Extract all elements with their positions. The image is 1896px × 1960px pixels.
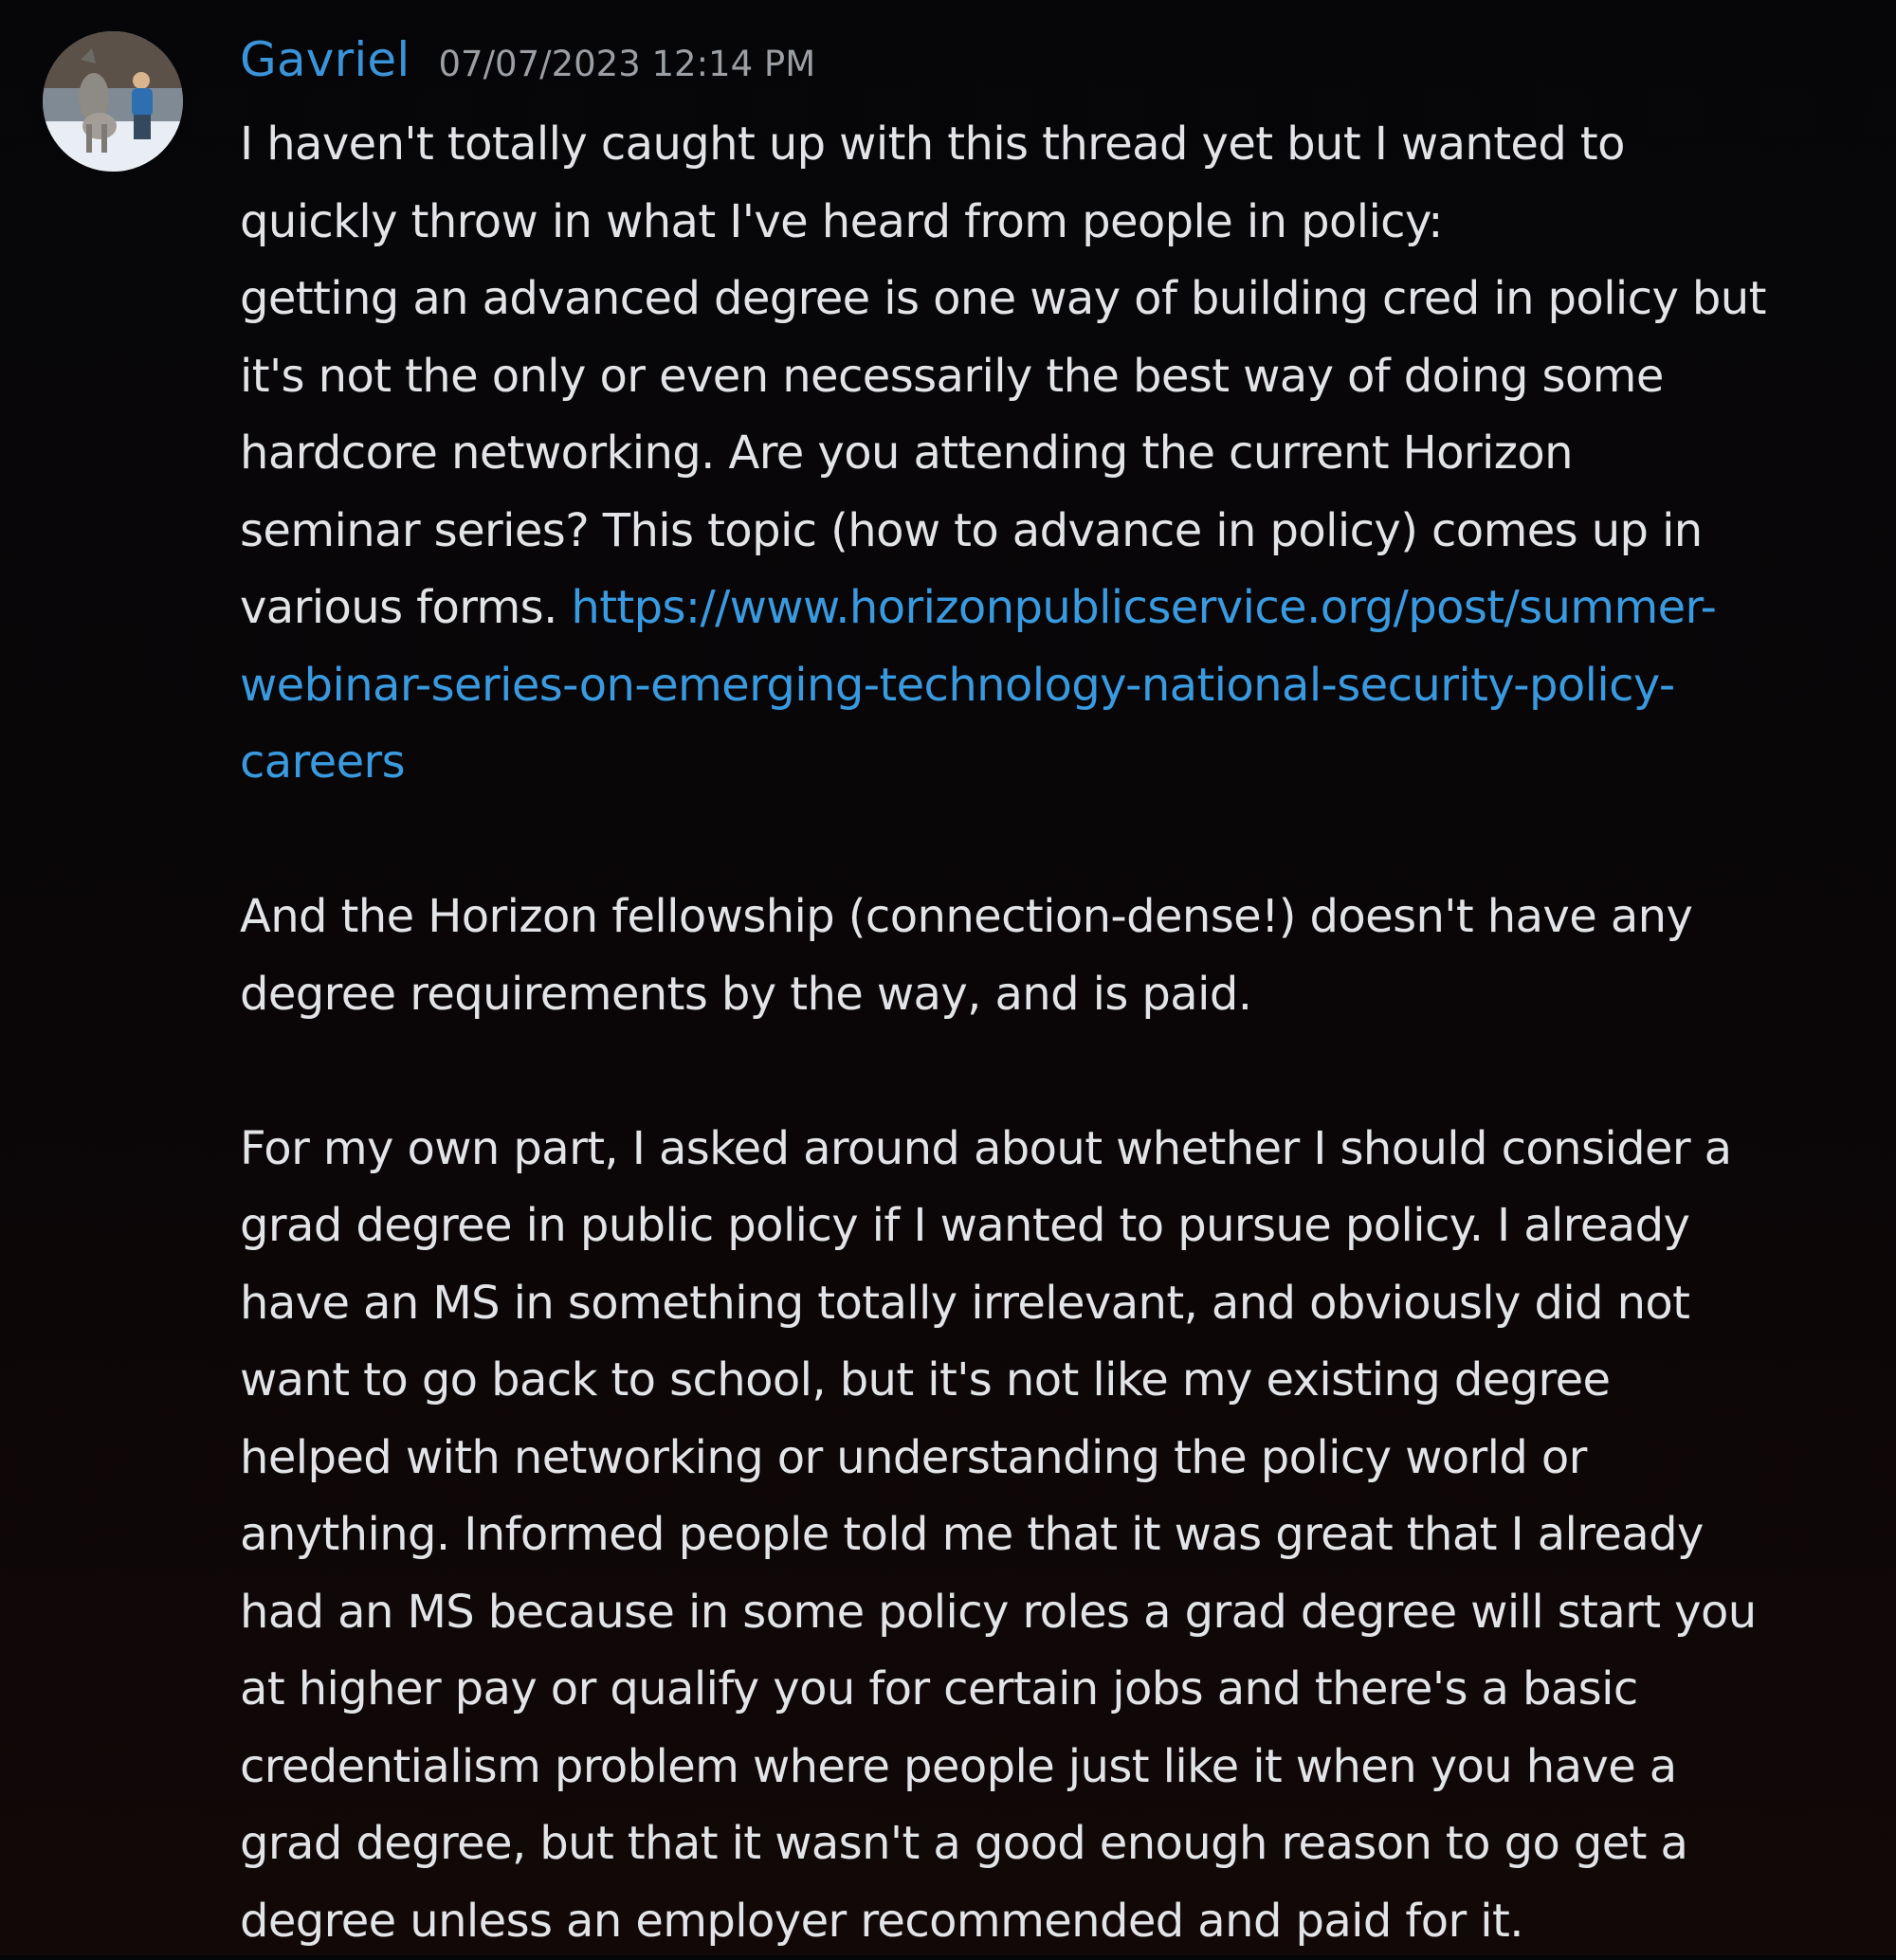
message-header: Gavriel 07/07/2023 12:14 PM	[240, 32, 815, 99]
horizon-webinar-link[interactable]: https://www.horizonpublicservice.org/pos…	[571, 581, 1716, 634]
username[interactable]: Gavriel	[240, 32, 410, 87]
timestamp: 07/07/2023 12:14 PM	[438, 44, 815, 84]
text-line: at higher pay or qualify you for certain…	[240, 1651, 1875, 1729]
chat-message: Gavriel 07/07/2023 12:14 PM I haven't to…	[0, 0, 1896, 1955]
text-line: getting an advanced degree is one way of…	[240, 261, 1875, 338]
text-line: grad degree in public policy if I wanted…	[240, 1188, 1875, 1265]
paragraph-gap	[240, 1033, 1875, 1111]
text-line: grad degree, but that it wasn't a good e…	[240, 1806, 1875, 1883]
text-line: want to go back to school, but it's not …	[240, 1342, 1875, 1420]
text-line: degree requirements by the way, and is p…	[240, 956, 1875, 1034]
text-line: careers	[240, 724, 1875, 802]
text-line: anything. Informed people told me that i…	[240, 1497, 1875, 1574]
message-paragraph-3: For my own part, I asked around about wh…	[240, 1111, 1875, 1960]
text-line: For my own part, I asked around about wh…	[240, 1111, 1875, 1189]
text-line-prefix: various forms.	[240, 581, 571, 634]
text-line: seminar series? This topic (how to advan…	[240, 493, 1875, 571]
text-line: various forms. https://www.horizonpublic…	[240, 570, 1875, 647]
text-line: it's not the only or even necessarily th…	[240, 338, 1875, 416]
text-line: helped with networking or understanding …	[240, 1420, 1875, 1497]
text-line: degree unless an employer recommended an…	[240, 1883, 1875, 1960]
text-line: webinar-series-on-emerging-technology-na…	[240, 647, 1875, 725]
text-line: have an MS in something totally irreleva…	[240, 1265, 1875, 1343]
text-line: credentialism problem where people just …	[240, 1729, 1875, 1806]
wolf-photo-avatar-icon	[43, 31, 183, 172]
text-line: had an MS because in some policy roles a…	[240, 1574, 1875, 1652]
message-paragraph-1: I haven't totally caught up with this th…	[240, 106, 1875, 802]
text-line: I haven't totally caught up with this th…	[240, 106, 1875, 184]
horizon-webinar-link-end[interactable]: careers	[240, 735, 405, 789]
text-line: hardcore networking. Are you attending t…	[240, 415, 1875, 493]
text-line: And the Horizon fellowship (connection-d…	[240, 879, 1875, 956]
paragraph-gap	[240, 802, 1875, 880]
message-content: I haven't totally caught up with this th…	[240, 106, 1875, 1960]
user-avatar[interactable]	[43, 31, 183, 172]
message-paragraph-2: And the Horizon fellowship (connection-d…	[240, 879, 1875, 1033]
text-line: quickly throw in what I've heard from pe…	[240, 184, 1875, 262]
horizon-webinar-link-continued[interactable]: webinar-series-on-emerging-technology-na…	[240, 659, 1675, 712]
